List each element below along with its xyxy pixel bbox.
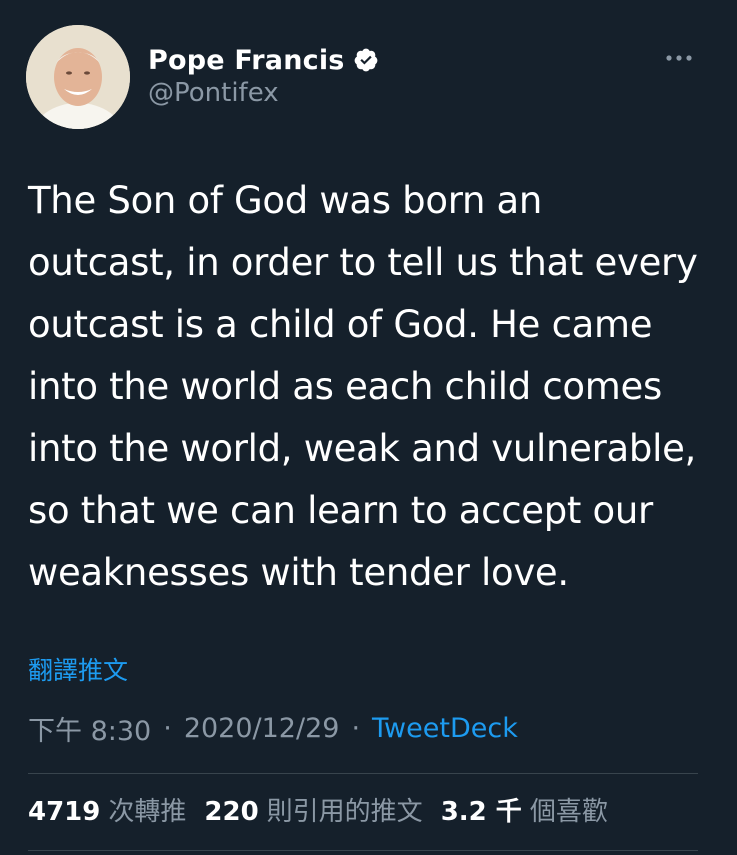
quotes-stat[interactable]: 220 則引用的推文 — [204, 791, 422, 828]
divider — [28, 773, 698, 774]
tweet-date[interactable]: 2020/12/29 — [184, 713, 340, 744]
author-display-name[interactable]: Pope Francis — [148, 45, 345, 76]
retweets-stat[interactable]: 4719 次轉推 — [28, 791, 186, 828]
quotes-label: 則引用的推文 — [266, 797, 423, 827]
avatar-photo — [26, 25, 130, 129]
avatar[interactable] — [26, 25, 130, 129]
author-handle[interactable]: @Pontifex — [148, 78, 279, 108]
tweet-text: The Son of God was born an outcast, in o… — [28, 179, 698, 594]
likes-count: 3.2 千 — [440, 797, 522, 827]
tweet-time[interactable]: 下午 8:30 — [28, 709, 151, 748]
meta-separator: · — [351, 713, 361, 744]
tweet-stats: 4719 次轉推 220 則引用的推文 3.2 千個喜歡 — [28, 791, 626, 828]
likes-label: 個喜歡 — [529, 797, 608, 827]
verified-badge-icon — [353, 47, 379, 73]
tweet-source-link[interactable]: TweetDeck — [372, 713, 518, 744]
translate-tweet-link[interactable]: 翻譯推文 — [28, 651, 128, 687]
more-options-icon[interactable] — [664, 48, 694, 68]
author-name-row[interactable]: Pope Francis — [148, 42, 379, 78]
likes-stat[interactable]: 3.2 千個喜歡 — [441, 791, 608, 828]
meta-separator: · — [163, 713, 172, 744]
divider — [28, 850, 698, 851]
quotes-count: 220 — [204, 797, 259, 827]
retweets-label: 次轉推 — [108, 797, 187, 827]
retweets-count: 4719 — [28, 797, 101, 827]
tweet-meta: 下午 8:30 · 2020/12/29 · TweetDeck — [28, 709, 518, 748]
